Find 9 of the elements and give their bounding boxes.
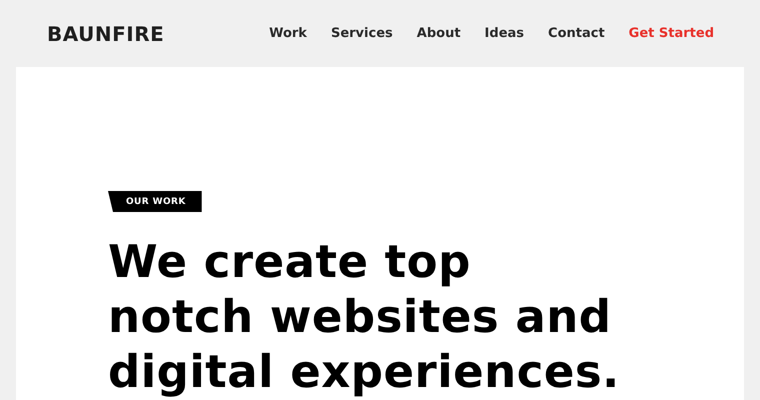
nav-link[interactable]: About bbox=[392, 26, 461, 41]
hero-heading: We create top notch websites and digital experiences. bbox=[108, 234, 621, 399]
nav-link[interactable]: Work bbox=[245, 26, 307, 41]
nav-link[interactable]: Contact bbox=[524, 26, 605, 41]
nav-link[interactable]: Services bbox=[306, 26, 393, 41]
section-tag: OUR WORK bbox=[108, 191, 202, 212]
logo[interactable]: BAUNFIRE bbox=[47, 22, 164, 46]
get-started-link[interactable]: Get Started bbox=[604, 26, 714, 41]
nav-link[interactable]: Ideas bbox=[460, 26, 524, 41]
